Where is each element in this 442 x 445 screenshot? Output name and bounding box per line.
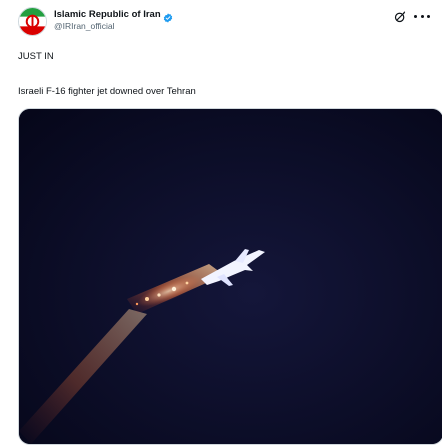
more-options-icon[interactable] [414, 10, 430, 22]
post-media-image[interactable] [18, 108, 442, 445]
night-sky-jet-photo [19, 109, 442, 444]
display-name[interactable]: Islamic Republic of Iran [54, 9, 161, 20]
iran-emblem-avatar-icon [19, 8, 46, 35]
post-text-line-2: Israeli F-16 fighter jet downed over Teh… [18, 86, 196, 97]
post-text-line-1: JUST IN [18, 51, 54, 62]
grok-icon[interactable] [394, 10, 406, 23]
tweet-header: Islamic Republic of Iran @IRIran_officia… [14, 4, 430, 40]
account-handle[interactable]: @IRIran_official [54, 21, 173, 31]
avatar[interactable] [18, 7, 47, 36]
account-info[interactable]: Islamic Republic of Iran @IRIran_officia… [54, 9, 173, 31]
verified-badge-icon [163, 10, 173, 23]
tweet-card: Islamic Republic of Iran @IRIran_officia… [0, 0, 442, 445]
